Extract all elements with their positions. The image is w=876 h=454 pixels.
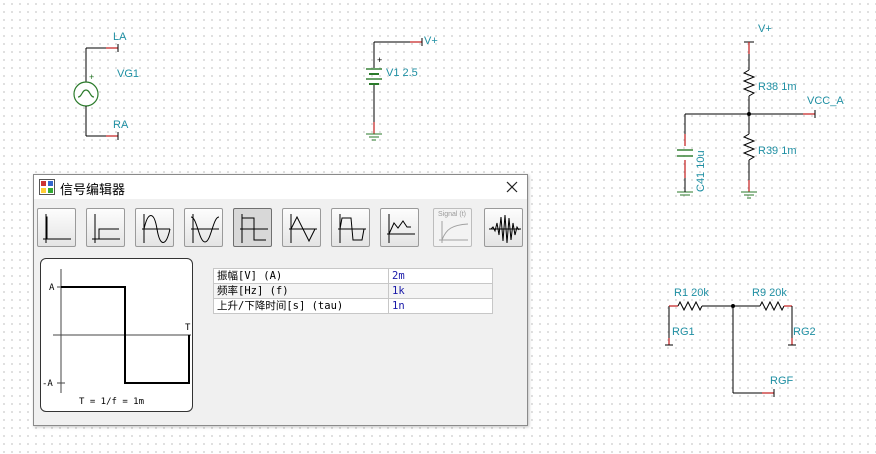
sine-wave-icon xyxy=(142,214,171,243)
sine-wave-button[interactable] xyxy=(135,208,174,247)
resistor-r39-icon xyxy=(742,133,756,161)
signal-t-button[interactable]: Signal (t) xyxy=(433,208,472,247)
step-wave-icon xyxy=(43,214,71,243)
signal-t-icon xyxy=(439,221,469,243)
divider-supply: V+ xyxy=(758,23,772,35)
property-value-frequency[interactable]: 1k xyxy=(388,283,493,299)
property-value-amplitude[interactable]: 2m xyxy=(388,268,493,284)
c41-label: C41 10u xyxy=(695,150,707,192)
v1-terminal: V+ xyxy=(424,35,438,47)
rg2-label: RG2 xyxy=(793,326,816,338)
signal-properties-table: 振幅[V] (A) 2m 频率[Hz] (f) 1k 上升/下降时间[s] (t… xyxy=(213,268,493,314)
trapezoid-wave-button[interactable] xyxy=(331,208,370,247)
trapezoid-wave-icon xyxy=(338,214,366,243)
property-name: 频率[Hz] (f) xyxy=(213,283,389,299)
rgf-label: RGF xyxy=(770,375,794,387)
resistor-r9-icon xyxy=(759,300,785,312)
amplitude-label: A xyxy=(49,283,55,293)
period-label: T xyxy=(185,323,191,333)
terminal-la: LA xyxy=(113,31,127,43)
property-value-tau[interactable]: 1n xyxy=(388,298,493,314)
v1-plus: + xyxy=(377,55,382,65)
vcc-a-label: VCC_A xyxy=(807,95,844,107)
general-wave-button[interactable] xyxy=(380,208,419,247)
vg1-label: VG1 xyxy=(117,68,139,80)
dialog-titlebar[interactable]: 信号编辑器 xyxy=(34,175,527,199)
property-name: 上升/下降时间[s] (tau) xyxy=(213,298,389,314)
v1-label: V1 2.5 xyxy=(386,67,418,79)
r9-label: R9 20k xyxy=(752,287,787,299)
vg1-plus: + xyxy=(89,72,94,82)
r39-label: R39 1m xyxy=(758,145,797,157)
period-formula: T = 1/f = 1m xyxy=(79,397,144,407)
square-wave-button[interactable] xyxy=(233,208,272,247)
property-row[interactable]: 上升/下降时间[s] (tau) 1n xyxy=(213,298,493,314)
close-icon[interactable] xyxy=(503,178,521,196)
cosine-wave-icon xyxy=(190,214,220,243)
property-row[interactable]: 振幅[V] (A) 2m xyxy=(213,268,493,284)
burst-wave-button[interactable] xyxy=(484,208,523,247)
property-name: 振幅[V] (A) xyxy=(213,268,389,284)
r1-label: R1 20k xyxy=(674,287,709,299)
resistor-r1-icon xyxy=(677,300,703,312)
divider-network[interactable]: V+ R38 1m R39 1m VCC_A C41 10u xyxy=(677,23,844,199)
signal-editor-app-icon xyxy=(39,179,55,195)
square-wave-icon xyxy=(240,214,268,243)
property-row[interactable]: 频率[Hz] (f) 1k xyxy=(213,283,493,299)
waveform-preview: A -A T T = 1/f = 1m xyxy=(40,258,193,412)
resistor-r38-icon xyxy=(742,69,756,97)
neg-amplitude-label: -A xyxy=(42,379,53,389)
terminal-ra: RA xyxy=(113,119,129,131)
general-wave-icon xyxy=(387,214,415,243)
cosine-wave-button[interactable] xyxy=(184,208,223,247)
dialog-title: 信号编辑器 xyxy=(60,183,126,198)
burst-wave-icon xyxy=(489,214,521,244)
gain-network[interactable]: R1 20k R9 20k RG1 RG2 RGF xyxy=(665,287,816,397)
r38-label: R38 1m xyxy=(758,81,797,93)
vg1-generator[interactable]: LA RA VG1 + xyxy=(73,31,139,140)
step-wave-button[interactable] xyxy=(37,208,76,247)
triangle-wave-button[interactable] xyxy=(282,208,321,247)
pulse-wave-icon xyxy=(92,214,120,243)
pulse-wave-button[interactable] xyxy=(86,208,125,247)
v1-battery[interactable]: V+ + V1 2.5 xyxy=(366,35,438,141)
rg1-label: RG1 xyxy=(672,326,695,338)
square-waveform-plot: A -A T T = 1/f = 1m xyxy=(42,269,191,407)
triangle-wave-icon xyxy=(289,214,317,243)
